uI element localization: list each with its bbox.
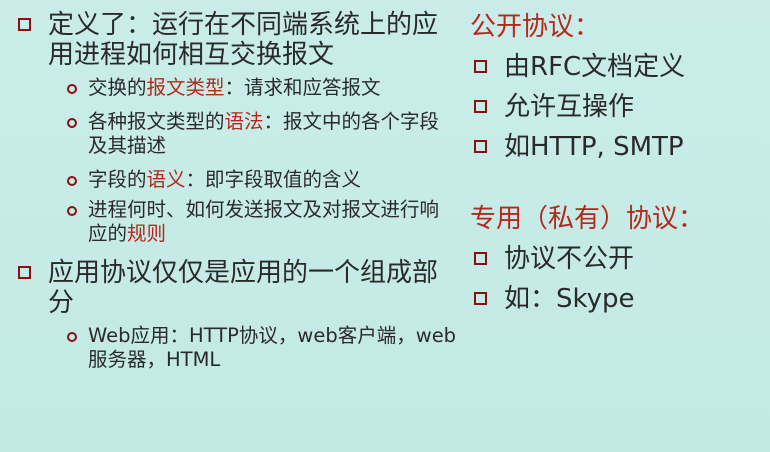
slide: 定义了：运行在不同端系统上的应用进程如何相互交换报文 交换的报文类型：请求和应答… [0,0,770,452]
item-text: 如：Skype [504,284,635,314]
open-protocol-item-examples: 如HTTP, SMTP [470,132,765,162]
square-bullet-icon [18,18,31,31]
item-text: 如HTTP, SMTP [504,132,684,162]
bullet-text: 定义了：运行在不同端系统上的应用进程如何相互交换报文 [48,10,439,70]
square-bullet-icon [474,140,487,153]
circle-bullet-icon [67,118,77,128]
subbullet-post: ：请求和应答报文 [224,76,381,99]
open-protocols-heading: 公开协议： [470,12,601,42]
circle-bullet-icon [67,332,77,342]
subbullet-highlight: 语义 [146,168,186,191]
square-bullet-icon [474,292,487,305]
bullet-app-protocol-part: 应用协议仅仅是应用的一个组成部分 [8,258,458,318]
circle-bullet-icon [67,84,77,94]
circle-bullet-icon [67,176,77,186]
subbullet-highlight: 报文类型 [146,76,225,99]
item-text: 允许互操作 [504,92,635,122]
subbullet-highlight: 规则 [127,222,167,245]
left-column: 定义了：运行在不同端系统上的应用进程如何相互交换报文 交换的报文类型：请求和应答… [8,8,458,372]
private-protocol-item-skype: 如：Skype [470,284,765,314]
subbullet-text: Web应用：HTTP协议，web客户端，web服务器，HTML [88,324,457,371]
subbullet-pre: 各种报文类型的 [88,110,225,133]
bullet-text: 应用协议仅仅是应用的一个组成部分 [48,258,439,318]
subbullet-pre: 交换的 [88,76,147,99]
square-bullet-icon [474,252,487,265]
square-bullet-icon [18,266,31,279]
open-protocol-item-rfc: 由RFC文档定义 [470,52,765,82]
bullet-protocol-definition: 定义了：运行在不同端系统上的应用进程如何相互交换报文 [8,10,458,70]
subbullet-semantics: 字段的语义：即字段取值的含义 [8,168,458,192]
subbullet-highlight: 语法 [224,110,264,133]
right-column: 公开协议： 由RFC文档定义 允许互操作 如HTTP, SMTP 专用（私有）协… [470,8,765,314]
open-protocol-item-interop: 允许互操作 [470,92,765,122]
private-protocol-item-closed: 协议不公开 [470,244,765,274]
square-bullet-icon [474,100,487,113]
subbullet-web-app: Web应用：HTTP协议，web客户端，web服务器，HTML [8,324,458,372]
circle-bullet-icon [67,206,77,216]
subbullet-post: ：即字段取值的含义 [185,168,362,191]
private-protocols-heading: 专用（私有）协议： [470,204,705,234]
subbullet-message-types: 交换的报文类型：请求和应答报文 [8,76,458,100]
item-text: 协议不公开 [504,244,635,274]
subbullet-syntax: 各种报文类型的语法：报文中的各个字段及其描述 [8,110,458,158]
subbullet-rules: 进程何时、如何发送报文及对报文进行响应的规则 [8,198,458,246]
square-bullet-icon [474,60,487,73]
subbullet-pre: 字段的 [88,168,147,191]
item-text: 由RFC文档定义 [504,52,686,82]
